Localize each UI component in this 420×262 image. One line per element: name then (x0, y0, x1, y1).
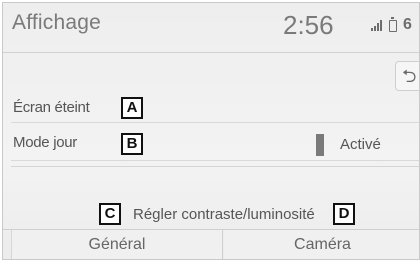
tab-general[interactable]: Général (11, 230, 223, 259)
status-indicator (316, 134, 324, 156)
display-settings-screen: Affichage 2:56 6 ⮌ Écran éteint A Mode j… (2, 2, 420, 260)
header-bar: Affichage 2:56 6 (3, 3, 419, 53)
marker-d: D (333, 203, 355, 225)
contrast-brightness-button[interactable]: Régler contraste/luminosité (133, 206, 315, 223)
marker-b: B (121, 133, 143, 155)
signal-icon (371, 19, 385, 33)
setting-label-mode-jour: Mode jour (13, 134, 78, 151)
tab-camera[interactable]: Caméra (224, 230, 419, 259)
back-arrow-icon: ⮌ (402, 66, 417, 86)
setting-label-ecran-eteint: Écran éteint (13, 99, 90, 116)
marker-c: C (99, 203, 121, 225)
setting-row-ecran-eteint[interactable]: Écran éteint (11, 93, 419, 123)
battery-icon (389, 17, 397, 32)
mode-jour-status[interactable]: Activé (340, 136, 381, 153)
extra-icon: 6 (403, 16, 412, 33)
clock: 2:56 (283, 10, 334, 40)
status-icons: 6 (371, 16, 419, 35)
bottom-tabs: Général Caméra (3, 229, 419, 259)
back-button[interactable]: ⮌ (395, 61, 419, 91)
marker-a: A (121, 97, 143, 119)
page-title: Affichage (12, 11, 101, 34)
divider (11, 166, 419, 167)
